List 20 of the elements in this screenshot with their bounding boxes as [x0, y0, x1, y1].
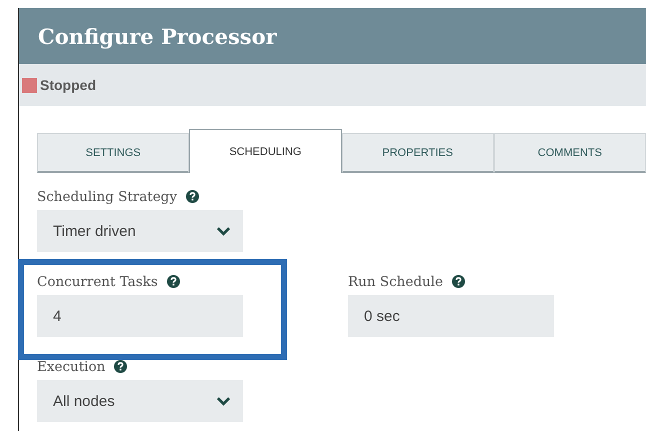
chevron-down-icon — [216, 226, 231, 236]
field-label: Scheduling Strategy — [37, 188, 177, 204]
help-icon — [166, 275, 180, 288]
input-field[interactable]: 4 — [37, 295, 243, 337]
chevron-down-icon — [216, 396, 231, 406]
input-field[interactable]: 0 sec — [348, 295, 554, 337]
field-label: Concurrent Tasks — [37, 274, 158, 290]
window-title: Configure Processor — [38, 24, 277, 48]
tab[interactable]: SCHEDULING — [189, 129, 342, 173]
tab[interactable]: SETTINGS — [37, 133, 190, 173]
tab[interactable]: COMMENTS — [494, 133, 646, 173]
dropdown[interactable]: Timer driven — [37, 210, 243, 252]
help-icon — [452, 275, 465, 288]
help-icon — [186, 190, 199, 203]
field-label: Execution — [37, 358, 106, 374]
status-label: Stopped — [40, 77, 96, 93]
field-label: Run Schedule — [348, 274, 443, 290]
help-icon — [114, 360, 128, 373]
dropdown[interactable]: All nodes — [37, 380, 243, 422]
tab[interactable]: PROPERTIES — [342, 133, 494, 173]
